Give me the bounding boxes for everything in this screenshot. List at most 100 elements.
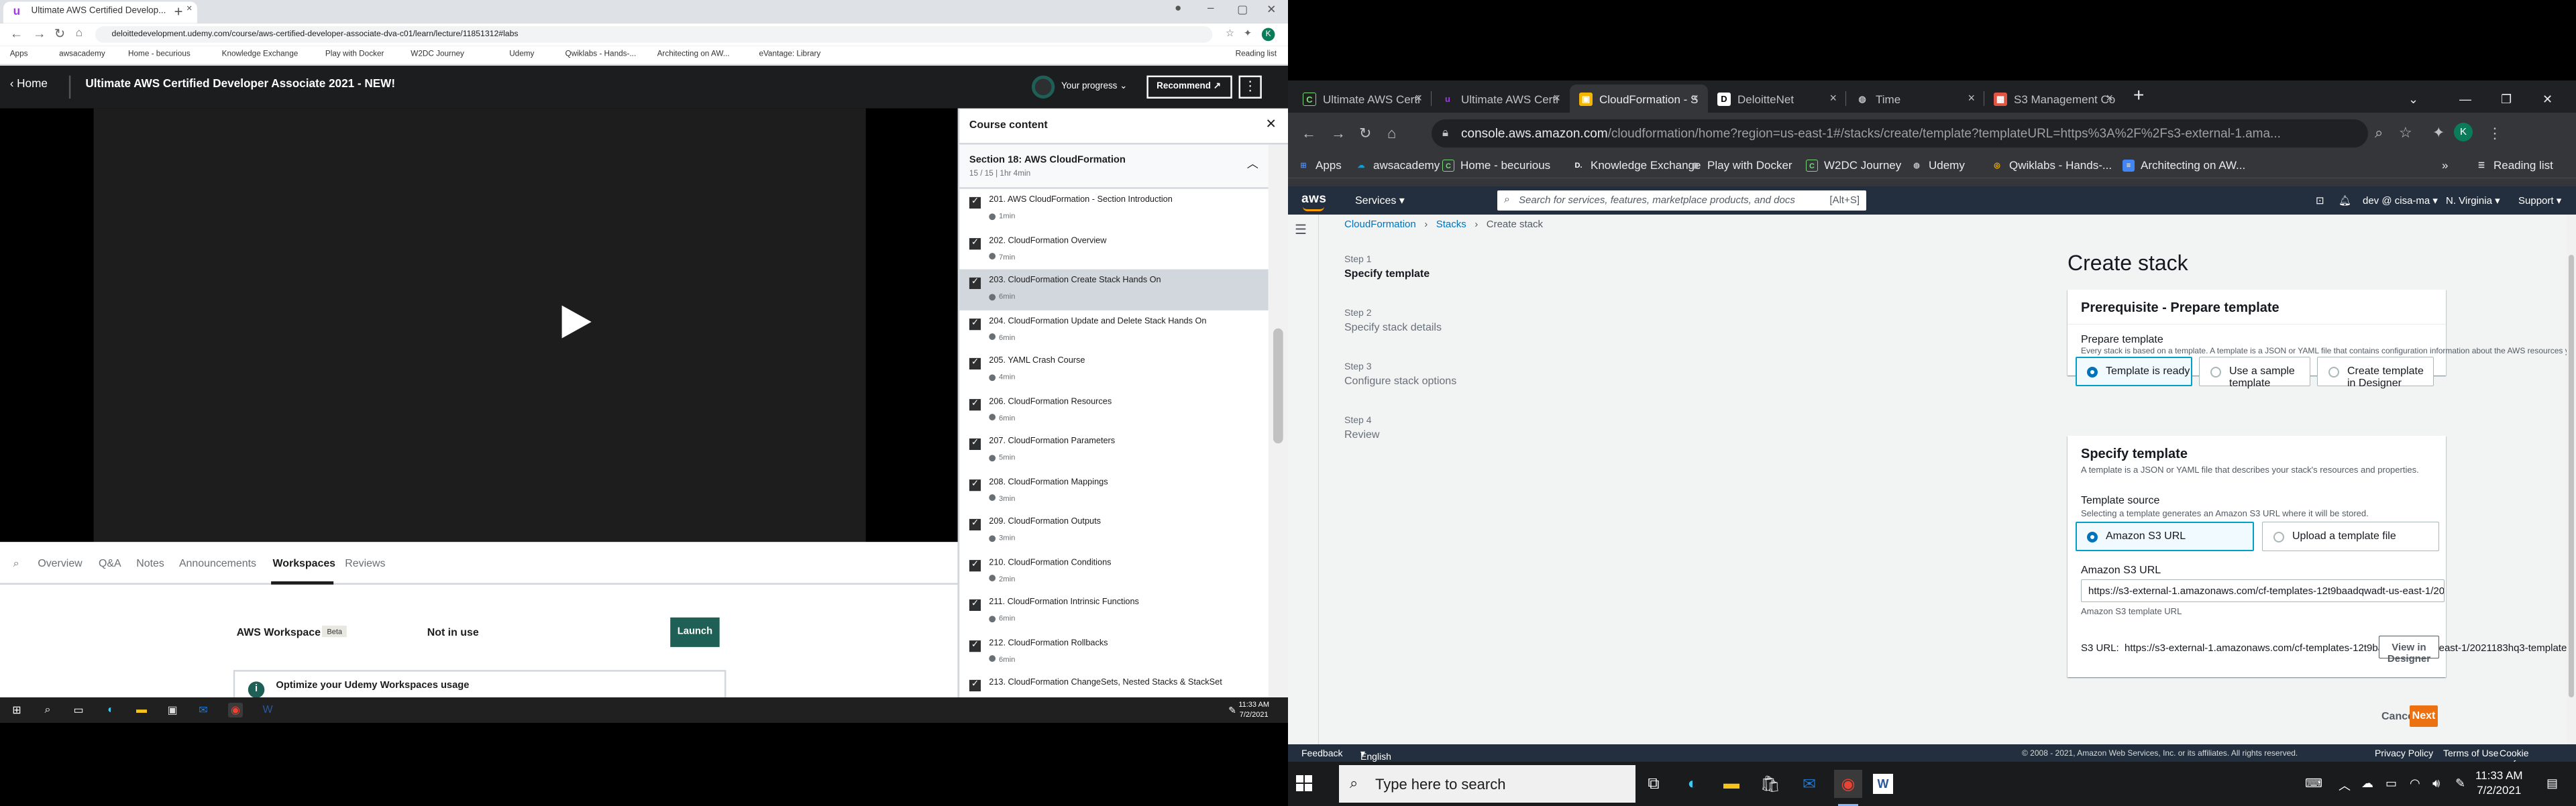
step-2[interactable]: Step 2 Specify stack details [1344,307,1442,334]
support-menu[interactable]: Support ▾ [2518,194,2561,207]
step-1[interactable]: Step 1 Specify template [1344,253,1430,280]
tab-announcements[interactable]: Announcements [179,559,256,570]
home-link[interactable]: ‹ Home [10,79,48,91]
section-header[interactable]: Section 18: AWS CloudFormation 15 / 15 |… [959,144,1269,189]
avatar[interactable]: K [2454,123,2473,141]
star-icon[interactable]: ☆ [2399,124,2412,141]
close-icon[interactable]: × [1968,91,1975,105]
outlook-icon[interactable]: ✉ [1795,770,1823,798]
home-icon[interactable]: ⌂ [76,28,83,40]
bookmark-item[interactable]: ≡ Architecting on AW... [2123,159,2245,172]
progress-button[interactable]: Your progress ⌄ [1061,82,1127,92]
account-menu[interactable]: dev @ cisa-ma ▾ [2363,194,2438,207]
reload-icon[interactable]: ↻ [1359,125,1371,142]
checkbox-icon[interactable]: ✓ [969,438,981,451]
feedback-link[interactable]: Feedback [1301,748,1342,758]
outlook-icon[interactable]: ✉ [196,703,211,717]
aws-logo[interactable]: aws [1301,192,1326,211]
home-icon[interactable]: ⌂ [1387,125,1396,142]
bell-icon[interactable]: 🔔︎ [2339,194,2351,207]
forward-icon[interactable]: → [1331,125,1346,142]
s3-url-input[interactable]: https://s3-external-1.amazonaws.com/cf-t… [2081,579,2445,602]
bookmark-item[interactable]: Play with Docker [325,51,384,59]
back-icon[interactable]: ← [10,26,23,41]
bookmark-item[interactable]: Knowledge Exchange [222,51,299,59]
scrollbar-thumb[interactable] [1273,328,1283,444]
reading-list[interactable]: ☰ Reading list [2475,159,2553,172]
keyboard-icon[interactable]: ⌨ [2305,776,2322,791]
chevron-up-icon[interactable]: ︿ [2339,776,2351,794]
close-window-icon[interactable]: ✕ [2542,93,2553,107]
bookmark-item[interactable]: D. Knowledge Exchange [1572,159,1701,172]
word-icon[interactable]: W [1873,774,1893,794]
maximize-icon[interactable]: ❐ [2501,93,2512,107]
volume-icon[interactable]: 🔊︎ [2432,776,2440,791]
bookmark-item[interactable]: Home - becurious [128,51,191,59]
services-menu[interactable]: Services ▾ [1355,194,1405,207]
scrollbar-thumb[interactable] [2569,255,2574,697]
chevron-up-icon[interactable]: ︿ [1247,156,1258,172]
close-window-icon[interactable]: ✕ [1267,3,1276,17]
bookmark-item[interactable]: eVantage: Library [759,51,820,59]
windows-start-icon[interactable] [1296,775,1312,791]
taskbar-search-input[interactable]: ⌕ Type here to search [1339,765,1635,803]
terms-link[interactable]: Terms of Use [2443,748,2498,758]
checkbox-icon[interactable]: ✓ [969,478,981,491]
reading-list[interactable]: Reading list [1236,51,1277,59]
wifi-icon[interactable]: ◠ [2410,776,2420,791]
checkbox-icon[interactable]: ✓ [969,398,981,410]
list-item[interactable]: ✓ 210. CloudFormation Conditions 2min [959,551,1268,591]
browser-tab-active[interactable]: ▣ CloudFormation - S × [1570,84,1708,113]
browser-tab[interactable]: C Ultimate AWS Certi × [1293,84,1432,113]
browser-tab[interactable]: ▩ S3 Management Co × [1984,84,2123,113]
next-button[interactable]: Next [2410,705,2438,727]
more-options-icon[interactable]: ⋮ [1238,75,1262,99]
option-template-ready[interactable]: Template is ready [2076,357,2192,386]
extensions-icon[interactable]: ✦ [2432,124,2445,141]
minimize-icon[interactable]: — [2459,93,2471,107]
bookmark-item[interactable]: Architecting on AW... [657,51,730,59]
page-scrollbar[interactable] [2567,215,2576,744]
tab-qa[interactable]: Q&A [99,559,121,570]
left-clock[interactable]: 11:33 AM 7/2/2021 [1238,700,1269,720]
launch-button[interactable]: Launch [670,617,720,647]
list-item[interactable]: ✓ 202. CloudFormation Overview 7min [959,229,1268,270]
bookmark-item[interactable]: W2DC Journey [411,51,464,59]
course-scrollbar[interactable] [1268,144,1288,697]
bookmark-item[interactable]: Qwiklabs - Hands-... [565,51,636,59]
tab-reviews[interactable]: Reviews [345,559,385,570]
left-browser-tab[interactable]: u Ultimate AWS Certified Develop... × [3,1,197,23]
breadcrumb-cloudformation[interactable]: CloudFormation [1344,219,1416,230]
store-icon[interactable]: 🛍︎ [1756,770,1784,798]
more-bookmarks-icon[interactable]: » [2442,159,2448,172]
avatar[interactable]: K [1261,27,1275,42]
reload-icon[interactable]: ↻ [54,26,65,41]
forward-icon[interactable]: → [33,26,46,41]
profile-icon[interactable]: ● [1175,3,1181,15]
task-view-icon[interactable]: ⧉ [1640,770,1668,798]
privacy-link[interactable]: Privacy Policy [2375,748,2433,758]
store-icon[interactable]: ▣ [165,703,180,717]
menu-icon[interactable]: ⋮ [2487,125,2502,142]
new-tab-icon[interactable]: + [2133,84,2144,106]
option-upload-file[interactable]: Upload a template file [2262,522,2439,551]
taskbar-clock[interactable]: 11:33 AM 7/2/2021 [2475,768,2523,798]
step-3[interactable]: Step 3 Configure stack options [1344,361,1456,388]
network-icon[interactable]: ▭ [2385,776,2397,791]
checkbox-icon[interactable]: ✓ [969,559,981,571]
option-sample-template[interactable]: Use a sample template [2199,357,2310,389]
bookmark-item[interactable]: ☁ awsacademy [1355,159,1440,172]
bookmark-item[interactable]: ◍ Play with Docker [1689,159,1792,172]
bookmark-item[interactable]: awsacademy [59,51,105,59]
view-in-designer-button[interactable]: View in Designer [2379,636,2439,665]
checkbox-icon[interactable]: ✓ [969,237,981,249]
close-icon[interactable]: ✕ [1265,117,1276,131]
list-item[interactable]: ✓ 213. CloudFormation ChangeSets, Nested … [959,672,1268,697]
tab-overview[interactable]: Overview [38,559,82,570]
checkbox-icon[interactable]: ✓ [969,518,981,531]
checkbox-icon[interactable]: ✓ [969,357,981,370]
tab-search-icon[interactable]: ⌄ [2408,93,2418,107]
notification-icon[interactable]: ▤ [2546,776,2558,791]
bookmark-item[interactable]: ◍ Udemy [1911,159,1965,172]
url-field[interactable]: 🔒︎ console.aws.amazon.com/cloudformation/… [1432,119,2368,148]
